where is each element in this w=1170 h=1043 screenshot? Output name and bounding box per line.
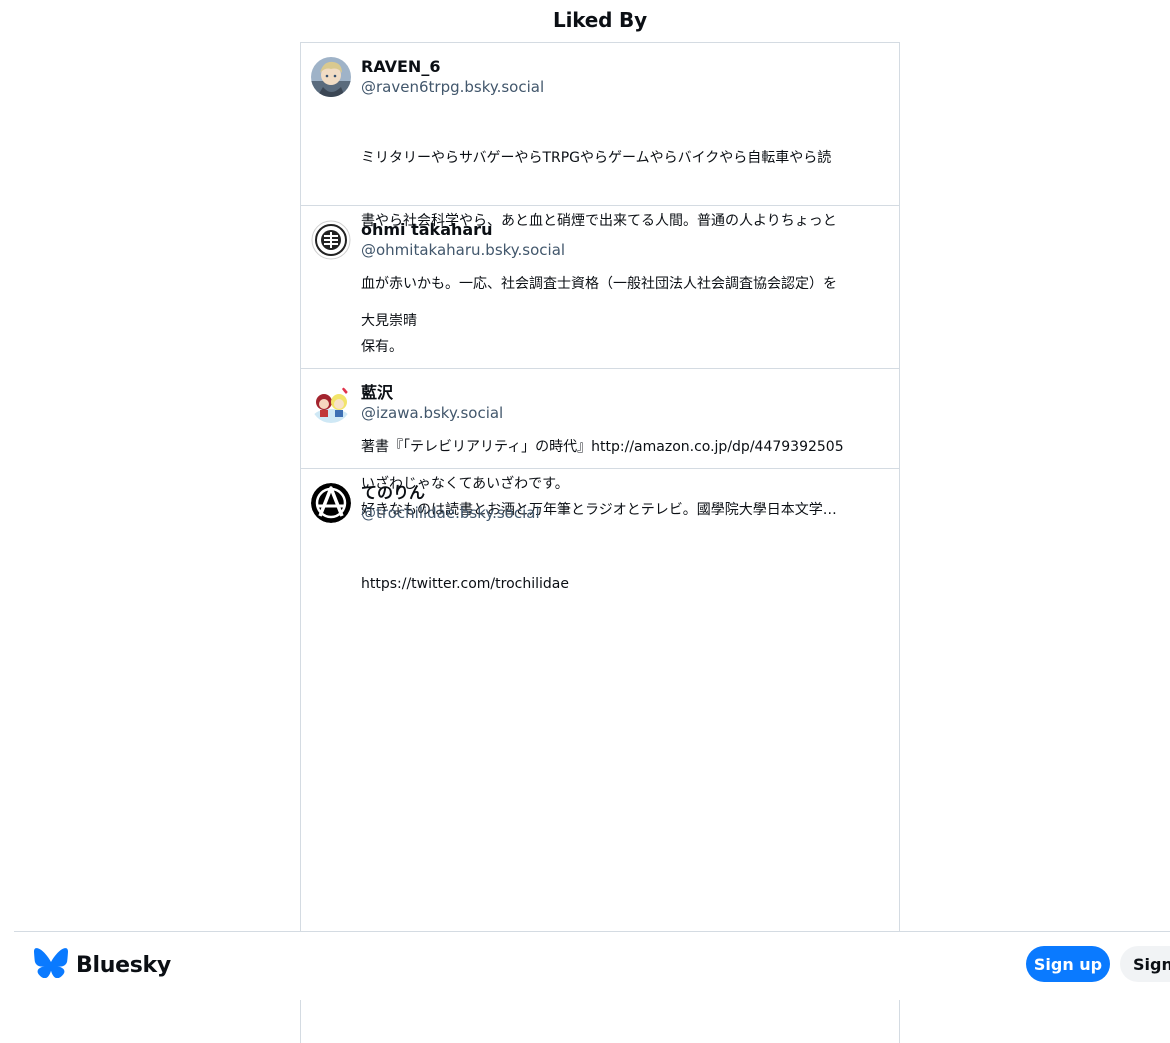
- display-name[interactable]: てのりん: [361, 482, 883, 503]
- bio-link[interactable]: https://twitter.com/trochilidae: [361, 574, 883, 595]
- liker-row[interactable]: RAVEN_6 @raven6trpg.bsky.social ミリタリーやらサ…: [301, 43, 899, 355]
- liker-row[interactable]: ohmi takaharu @ohmitakaharu.bsky.social …: [301, 206, 899, 518]
- display-name[interactable]: ohmi takaharu: [361, 219, 883, 240]
- bio-line: ミリタリーやらサバゲーやらTRPGやらゲームやらバイクやら自転車やら読: [361, 150, 832, 166]
- brand-name: Bluesky: [76, 952, 171, 978]
- handle[interactable]: @trochilidae.bsky.social: [361, 503, 883, 523]
- bio-line: 大見崇晴: [361, 313, 417, 329]
- signup-footer-bar: Bluesky Sign up Sign in: [14, 931, 1170, 1000]
- liker-row[interactable]: てのりん @trochilidae.bsky.social https://tw…: [301, 469, 899, 592]
- sign-up-button[interactable]: Sign up: [1026, 946, 1110, 982]
- anarchy-symbol-avatar[interactable]: [311, 483, 351, 523]
- handle[interactable]: @raven6trpg.bsky.social: [361, 77, 883, 97]
- emblem-avatar[interactable]: [311, 220, 351, 260]
- liked-by-list: RAVEN_6 @raven6trpg.bsky.social ミリタリーやらサ…: [300, 42, 900, 1043]
- two-characters-avatar[interactable]: [311, 383, 351, 423]
- butterfly-icon: [34, 948, 68, 982]
- liker-row[interactable]: 藍沢 @izawa.bsky.social いざわじゃなくてあいざわです。: [301, 369, 899, 492]
- handle[interactable]: @izawa.bsky.social: [361, 403, 883, 423]
- anime-character-avatar[interactable]: [311, 57, 351, 97]
- bio: https://twitter.com/trochilidae: [361, 532, 883, 637]
- display-name[interactable]: 藍沢: [361, 382, 883, 403]
- page-title: Liked By: [553, 8, 647, 32]
- sign-in-button[interactable]: Sign in: [1120, 946, 1170, 982]
- handle[interactable]: @ohmitakaharu.bsky.social: [361, 240, 883, 260]
- bluesky-logo[interactable]: Bluesky: [34, 948, 171, 982]
- display-name[interactable]: RAVEN_6: [361, 56, 883, 77]
